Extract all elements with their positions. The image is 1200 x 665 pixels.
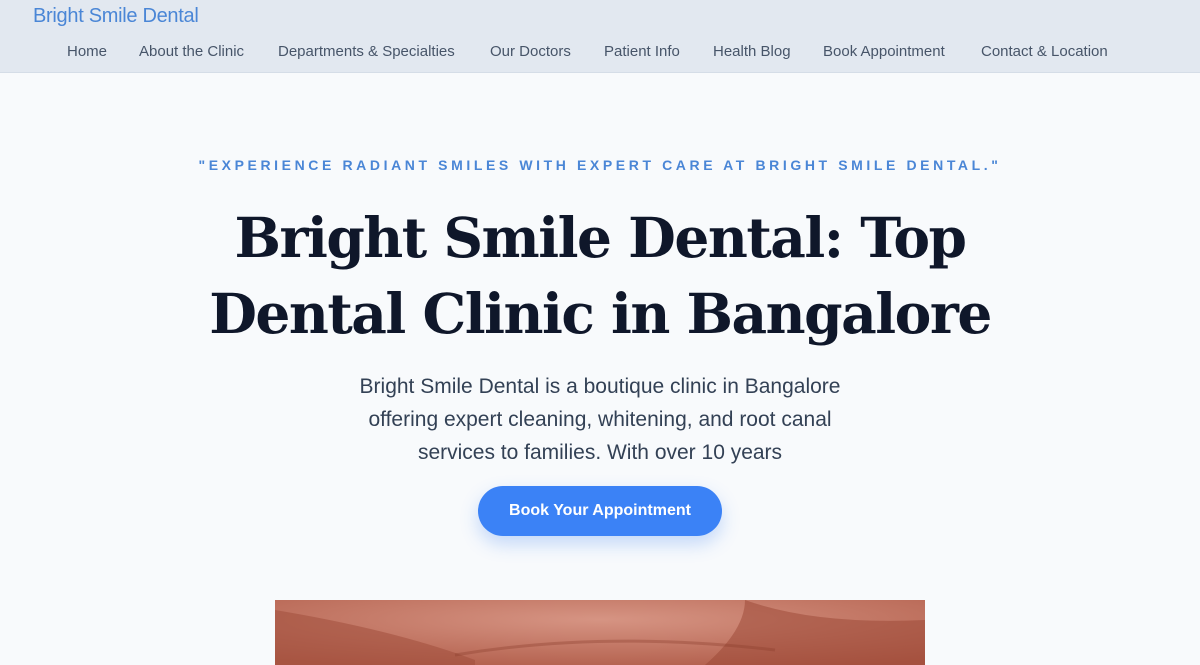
hero-title: Bright Smile Dental: Top Dental Clinic i… <box>209 205 992 346</box>
book-appointment-button[interactable]: Book Your Appointment <box>478 486 722 536</box>
brand-logo-link[interactable]: Bright Smile Dental <box>33 5 199 27</box>
nav-home[interactable]: Home <box>67 42 107 62</box>
hero-description: Bright Smile Dental is a boutique clinic… <box>359 375 841 464</box>
smile-photo-graphic <box>275 600 925 665</box>
nav-about-clinic[interactable]: About the Clinic <box>139 42 244 62</box>
hero-tagline: "EXPERIENCE RADIANT SMILES WITH EXPERT C… <box>198 157 1002 173</box>
hero-smile-image <box>275 600 925 665</box>
nav-patient-info[interactable]: Patient Info <box>604 42 680 62</box>
nav-our-doctors[interactable]: Our Doctors <box>490 42 571 62</box>
nav-departments[interactable]: Departments & Specialties <box>278 42 455 62</box>
main-nav: Home About the Clinic Departments & Spec… <box>0 42 1200 64</box>
nav-book-appointment[interactable]: Book Appointment <box>823 42 945 62</box>
nav-contact-location[interactable]: Contact & Location <box>981 42 1108 62</box>
nav-health-blog[interactable]: Health Blog <box>713 42 791 62</box>
site-header: Bright Smile Dental Home About the Clini… <box>0 0 1200 73</box>
